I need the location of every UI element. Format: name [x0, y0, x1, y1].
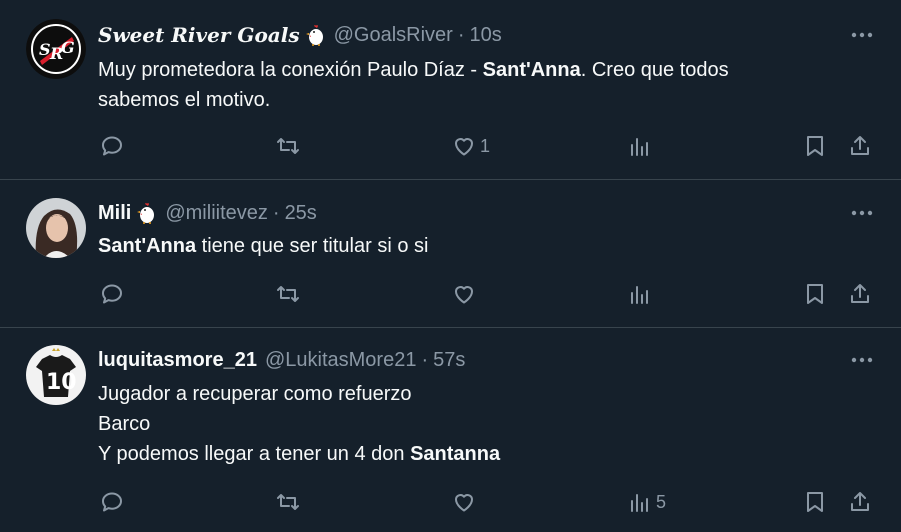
timestamp[interactable]: 57s	[433, 349, 465, 372]
tweet-text: Muy prometedora la conexión Paulo Díaz -…	[98, 55, 861, 115]
share-icon	[851, 136, 869, 155]
tweet-header: Mili @miliitevez · 25s	[98, 198, 317, 228]
text-line: Jugador a recuperar como refuerzo	[98, 383, 412, 405]
share-icon	[851, 284, 869, 303]
views-button[interactable]	[628, 131, 656, 161]
share-icon	[851, 492, 869, 511]
user-handle[interactable]: @miliitevez	[165, 202, 268, 225]
jersey-10-avatar-icon: 10	[26, 345, 86, 405]
user-handle[interactable]: @LukitasMore21	[265, 349, 416, 372]
retweet-icon	[277, 138, 299, 154]
like-button[interactable]	[452, 487, 480, 517]
views-button[interactable]	[628, 279, 656, 309]
share-button[interactable]	[848, 487, 872, 517]
tweet[interactable]: Mili @miliitevez · 25s Sant'Anna tiene q…	[0, 180, 901, 328]
tweet-header: luquitasmore_21 @LukitasMore21 · 57s	[98, 345, 465, 375]
view-count: 5	[656, 491, 667, 512]
more-dots-icon	[851, 32, 873, 38]
reply-icon	[102, 136, 122, 156]
tweet[interactable]: S R G Sweet River Goals @GoalsRiver · 10…	[0, 0, 901, 180]
river-crest-avatar-icon: S R G	[26, 19, 86, 79]
chicken-emoji-icon	[137, 202, 157, 224]
tweet-header: Sweet River Goals @GoalsRiver · 10s	[98, 20, 502, 50]
text-line: Muy prometedora la conexión Paulo Díaz -…	[98, 59, 729, 81]
action-bar: 5	[98, 487, 880, 517]
more-dots-icon	[851, 357, 873, 363]
analytics-icon	[631, 138, 648, 156]
display-name[interactable]: Sweet River Goals	[98, 23, 300, 47]
display-name[interactable]: luquitasmore_21	[98, 349, 257, 372]
svg-text:10: 10	[46, 370, 77, 395]
analytics-icon	[631, 286, 648, 304]
bookmark-button[interactable]	[804, 131, 826, 161]
more-dots-icon	[851, 210, 873, 216]
avatar[interactable]: S R G	[26, 19, 86, 79]
retweet-button[interactable]	[275, 131, 305, 161]
more-options-button[interactable]	[849, 200, 875, 226]
retweet-button[interactable]	[275, 279, 305, 309]
chicken-emoji-icon	[305, 24, 326, 46]
separator-dot: ·	[457, 23, 465, 46]
bookmark-icon	[807, 492, 823, 512]
action-bar: 1	[98, 131, 880, 161]
timestamp[interactable]: 25s	[285, 202, 317, 225]
bookmark-icon	[807, 136, 823, 156]
like-button[interactable]: 1	[452, 131, 490, 161]
bookmark-button[interactable]	[804, 487, 826, 517]
heart-icon	[455, 494, 473, 512]
tweet-text: Sant'Anna tiene que ser titular si o si	[98, 231, 861, 261]
text-line: sabemos el motivo.	[98, 89, 271, 111]
reply-icon	[102, 492, 122, 512]
display-name[interactable]: Mili	[98, 202, 131, 225]
retweet-icon	[277, 286, 299, 302]
heart-icon	[455, 138, 473, 156]
bookmark-icon	[807, 284, 823, 304]
analytics-icon	[631, 494, 648, 512]
views-button[interactable]: 5	[628, 487, 666, 517]
user-photo-avatar-icon	[26, 198, 86, 258]
bookmark-button[interactable]	[804, 279, 826, 309]
like-count: 1	[480, 135, 491, 156]
more-options-button[interactable]	[849, 347, 875, 373]
user-handle[interactable]: @GoalsRiver	[334, 24, 453, 47]
svg-text:G: G	[61, 38, 75, 57]
action-bar	[98, 279, 880, 309]
tweet[interactable]: 10 luquitasmore_21 @LukitasMore21 · 57s …	[0, 328, 901, 532]
reply-icon	[102, 284, 122, 304]
retweet-icon	[277, 494, 299, 510]
reply-button[interactable]	[100, 279, 128, 309]
share-button[interactable]	[848, 131, 872, 161]
avatar[interactable]	[26, 198, 86, 258]
avatar[interactable]: 10	[26, 345, 86, 405]
like-button[interactable]	[452, 279, 480, 309]
share-button[interactable]	[848, 279, 872, 309]
tweet-text: Jugador a recuperar como refuerzo Barco …	[98, 379, 861, 469]
retweet-button[interactable]	[275, 487, 305, 517]
separator-dot: ·	[421, 348, 429, 371]
heart-icon	[455, 286, 473, 304]
separator-dot: ·	[272, 201, 280, 224]
text-line: Y podemos llegar a tener un 4 don Santan…	[98, 443, 501, 465]
reply-button[interactable]	[100, 487, 128, 517]
more-options-button[interactable]	[849, 22, 875, 48]
timestamp[interactable]: 10s	[470, 24, 502, 47]
text-line: Sant'Anna tiene que ser titular si o si	[98, 235, 429, 257]
text-line: Barco	[98, 413, 151, 435]
svg-text:S: S	[39, 40, 51, 59]
reply-button[interactable]	[100, 131, 128, 161]
